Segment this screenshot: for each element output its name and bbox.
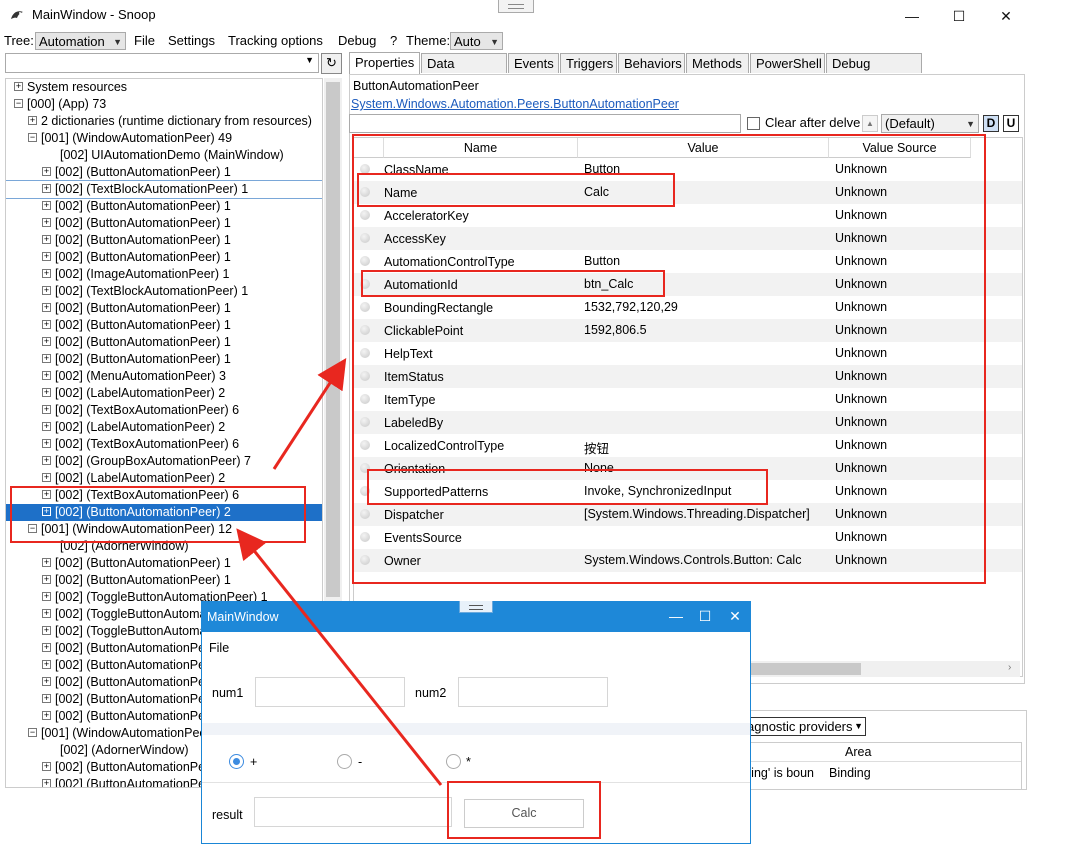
arrow-tree-to-grid xyxy=(272,357,347,470)
arrow-calc-to-tree xyxy=(236,528,443,786)
annotation-arrows xyxy=(236,357,443,786)
